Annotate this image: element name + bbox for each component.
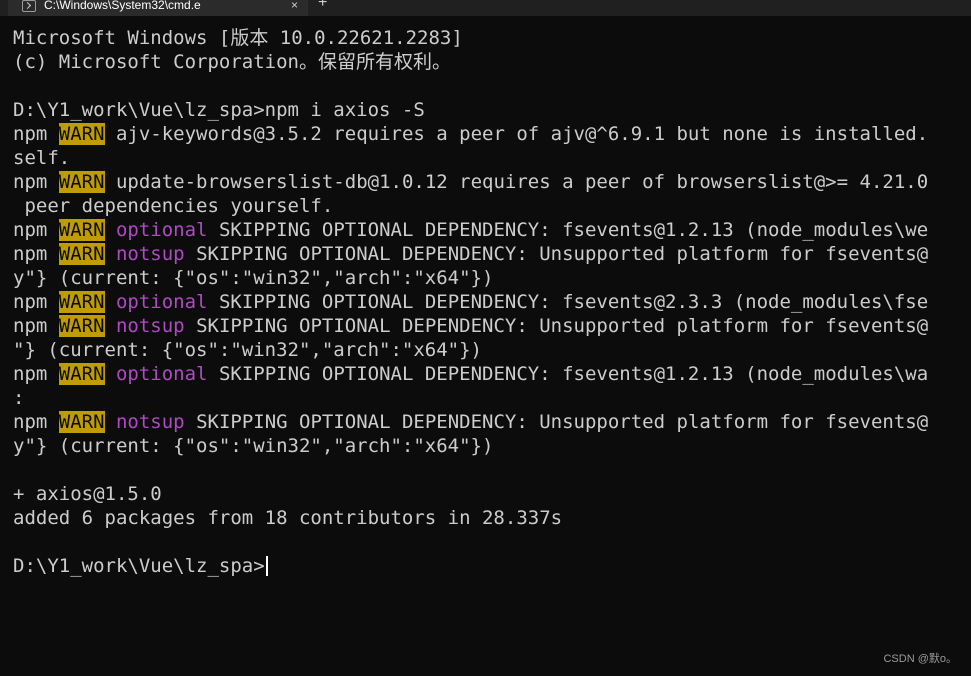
terminal-text: update-browserslist-db@1.0.12 requires a… [104, 171, 929, 193]
terminal-text: SKIPPING OPTIONAL DEPENDENCY: fsevents@1… [207, 219, 929, 241]
terminal-line: (c) Microsoft Corporation。保留所有权利。 [13, 50, 971, 74]
warn-badge: WARN [58, 411, 105, 433]
warn-badge: WARN [58, 363, 105, 385]
warn-type-label: optional [115, 363, 208, 385]
terminal-text: ajv-keywords@3.5.2 requires a peer of aj… [104, 123, 929, 145]
terminal-line: peer dependencies yourself. [13, 194, 971, 218]
warn-badge: WARN [58, 171, 105, 193]
terminal-line: npm WARN notsup SKIPPING OPTIONAL DEPEND… [13, 314, 971, 338]
warn-badge: WARN [58, 123, 105, 145]
terminal-text: npm [13, 291, 59, 313]
terminal-text: y"} (current: {"os":"win32","arch":"x64"… [13, 267, 494, 289]
text-cursor [265, 556, 268, 576]
terminal-text: SKIPPING OPTIONAL DEPENDENCY: fsevents@1… [207, 363, 929, 385]
terminal-output[interactable]: Microsoft Windows [版本 10.0.22621.2283] (c… [13, 26, 971, 626]
terminal-window: C:\Windows\System32\cmd.e × + Microsoft … [0, 0, 971, 676]
warn-type-label: notsup [115, 315, 185, 337]
warn-badge: WARN [58, 219, 105, 241]
watermark: CSDN @默o。 [883, 653, 957, 665]
terminal-text: npm [13, 411, 59, 433]
warn-type-label: notsup [115, 243, 185, 265]
tab-cmd[interactable]: C:\Windows\System32\cmd.e × [8, 0, 308, 16]
terminal-text: SKIPPING OPTIONAL DEPENDENCY: Unsupporte… [184, 315, 929, 337]
terminal-icon [22, 0, 36, 12]
tab-title: C:\Windows\System32\cmd.e [44, 0, 201, 12]
terminal-text: added 6 packages from 18 contributors in… [13, 507, 563, 529]
terminal-line: npm WARN notsup SKIPPING OPTIONAL DEPEND… [13, 410, 971, 434]
terminal-text: npm [13, 171, 59, 193]
terminal-text: peer dependencies yourself. [13, 195, 334, 217]
terminal-line: npm WARN optional SKIPPING OPTIONAL DEPE… [13, 362, 971, 386]
terminal-line: : [13, 386, 971, 410]
terminal-line: npm WARN ajv-keywords@3.5.2 requires a p… [13, 122, 971, 146]
terminal-text: Microsoft Windows [版本 10.0.22621.2283] [13, 27, 463, 49]
terminal-line: npm WARN notsup SKIPPING OPTIONAL DEPEND… [13, 242, 971, 266]
terminal-line: y"} (current: {"os":"win32","arch":"x64"… [13, 434, 971, 458]
terminal-text: npm [13, 123, 59, 145]
terminal-line: self. [13, 146, 971, 170]
terminal-text: SKIPPING OPTIONAL DEPENDENCY: Unsupporte… [184, 243, 929, 265]
warn-type-label: optional [115, 219, 208, 241]
warn-badge: WARN [58, 291, 105, 313]
terminal-text: SKIPPING OPTIONAL DEPENDENCY: fsevents@2… [207, 291, 929, 313]
new-tab-icon[interactable]: + [318, 0, 327, 12]
terminal-text: self. [13, 147, 71, 169]
terminal-line: + axios@1.5.0 [13, 482, 971, 506]
terminal-text: npm [13, 315, 59, 337]
terminal-line: npm WARN update-browserslist-db@1.0.12 r… [13, 170, 971, 194]
terminal-text: "} (current: {"os":"win32","arch":"x64"}… [13, 339, 482, 361]
terminal-line: added 6 packages from 18 contributors in… [13, 506, 971, 530]
warn-type-label: notsup [115, 411, 185, 433]
terminal-text: SKIPPING OPTIONAL DEPENDENCY: Unsupporte… [184, 411, 929, 433]
terminal-text: y"} (current: {"os":"win32","arch":"x64"… [13, 435, 494, 457]
tab-bar: C:\Windows\System32\cmd.e × + [0, 0, 971, 16]
terminal-line: D:\Y1_work\Vue\lz_spa>npm i axios -S [13, 98, 971, 122]
terminal-text: : [13, 387, 25, 409]
terminal-line: y"} (current: {"os":"win32","arch":"x64"… [13, 266, 971, 290]
terminal-line: Microsoft Windows [版本 10.0.22621.2283] [13, 26, 971, 50]
terminal-line: npm WARN optional SKIPPING OPTIONAL DEPE… [13, 290, 971, 314]
terminal-text: npm [13, 363, 59, 385]
warn-type-label: optional [115, 291, 208, 313]
terminal-line: D:\Y1_work\Vue\lz_spa> [13, 554, 971, 578]
close-tab-icon[interactable]: × [291, 0, 298, 12]
terminal-text: D:\Y1_work\Vue\lz_spa> [13, 555, 265, 577]
terminal-text: npm [13, 219, 59, 241]
terminal-text: npm [13, 243, 59, 265]
warn-badge: WARN [58, 243, 105, 265]
terminal-text: + axios@1.5.0 [13, 483, 162, 505]
warn-badge: WARN [58, 315, 105, 337]
terminal-text: D:\Y1_work\Vue\lz_spa>npm i axios -S [13, 99, 425, 121]
terminal-text: (c) Microsoft Corporation。保留所有权利。 [13, 51, 451, 73]
terminal-line: "} (current: {"os":"win32","arch":"x64"}… [13, 338, 971, 362]
terminal-line: npm WARN optional SKIPPING OPTIONAL DEPE… [13, 218, 971, 242]
